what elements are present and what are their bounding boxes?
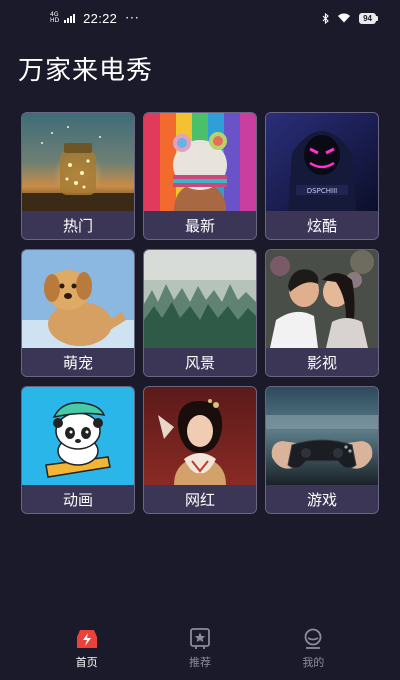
misty-forest-photo bbox=[144, 250, 256, 348]
status-right: 94 bbox=[322, 12, 378, 24]
status-bar: 4G HD 22:22 ··· 94 bbox=[0, 0, 400, 36]
category-label-cool: 炫酷 bbox=[266, 211, 378, 239]
battery-level: 94 bbox=[359, 12, 376, 24]
kissing-couple-photo bbox=[266, 250, 378, 348]
category-card-games[interactable]: 游戏 bbox=[265, 386, 379, 514]
category-label-hot: 热门 bbox=[22, 211, 134, 239]
gamepad-photo bbox=[266, 387, 378, 485]
nav-item-home[interactable]: 首页 bbox=[57, 628, 117, 670]
neon-mask-hoodie-photo: DSPCHIII bbox=[266, 113, 378, 211]
category-label-movies: 影视 bbox=[266, 348, 378, 376]
costume-girl-with-fox-photo bbox=[144, 387, 256, 485]
cartoon-panda-illustration bbox=[22, 387, 134, 485]
category-label-influencer: 网红 bbox=[144, 485, 256, 513]
more-notifications-icon: ··· bbox=[125, 11, 140, 25]
category-label-pets: 萌宠 bbox=[22, 348, 134, 376]
wifi-icon bbox=[338, 13, 351, 23]
nav-label-home: 首页 bbox=[75, 656, 98, 669]
battery-icon: 94 bbox=[359, 12, 378, 24]
category-label-games: 游戏 bbox=[266, 485, 378, 513]
category-label-newest: 最新 bbox=[144, 211, 256, 239]
signal-icon bbox=[64, 13, 76, 23]
category-card-influencer[interactable]: 网红 bbox=[143, 386, 257, 514]
app-title: 万家来电秀 bbox=[18, 56, 154, 86]
puppy-photo bbox=[22, 250, 134, 348]
status-left: 4G HD 22:22 ··· bbox=[50, 11, 140, 26]
category-card-cool[interactable]: DSPCHIII 炫酷 bbox=[265, 112, 379, 240]
knit-hat-girl-photo bbox=[144, 113, 256, 211]
category-grid: 热门 最新 DSPCHIII 炫酷 萌宠 风景 影视 动画 网红 游戏 bbox=[21, 112, 379, 514]
nav-label-profile: 我的 bbox=[302, 656, 325, 669]
glowing-jar-photo bbox=[22, 113, 134, 211]
category-card-scenery[interactable]: 风景 bbox=[143, 249, 257, 377]
category-card-hot[interactable]: 热门 bbox=[21, 112, 135, 240]
nav-label-recommend: 推荐 bbox=[188, 656, 211, 669]
profile-icon bbox=[304, 628, 322, 649]
network-type-indicator: 4G HD bbox=[50, 12, 59, 24]
nav-item-profile[interactable]: 我的 bbox=[283, 628, 343, 670]
bottom-navigation: 首页 推荐 我的 bbox=[0, 628, 400, 680]
bluetooth-icon bbox=[322, 12, 329, 24]
category-card-pets[interactable]: 萌宠 bbox=[21, 249, 135, 377]
category-label-animation: 动画 bbox=[22, 485, 134, 513]
network-type-bottom: HD bbox=[50, 17, 60, 24]
category-card-movies[interactable]: 影视 bbox=[265, 249, 379, 377]
home-icon bbox=[76, 630, 97, 648]
category-card-newest[interactable]: 最新 bbox=[143, 112, 257, 240]
svg-text:DSPCHIII: DSPCHIII bbox=[307, 187, 337, 195]
nav-item-recommend[interactable]: 推荐 bbox=[170, 628, 230, 670]
status-time: 22:22 bbox=[83, 10, 118, 26]
category-card-animation[interactable]: 动画 bbox=[21, 386, 135, 514]
category-label-scenery: 风景 bbox=[144, 348, 256, 376]
star-frame-icon bbox=[190, 628, 210, 649]
